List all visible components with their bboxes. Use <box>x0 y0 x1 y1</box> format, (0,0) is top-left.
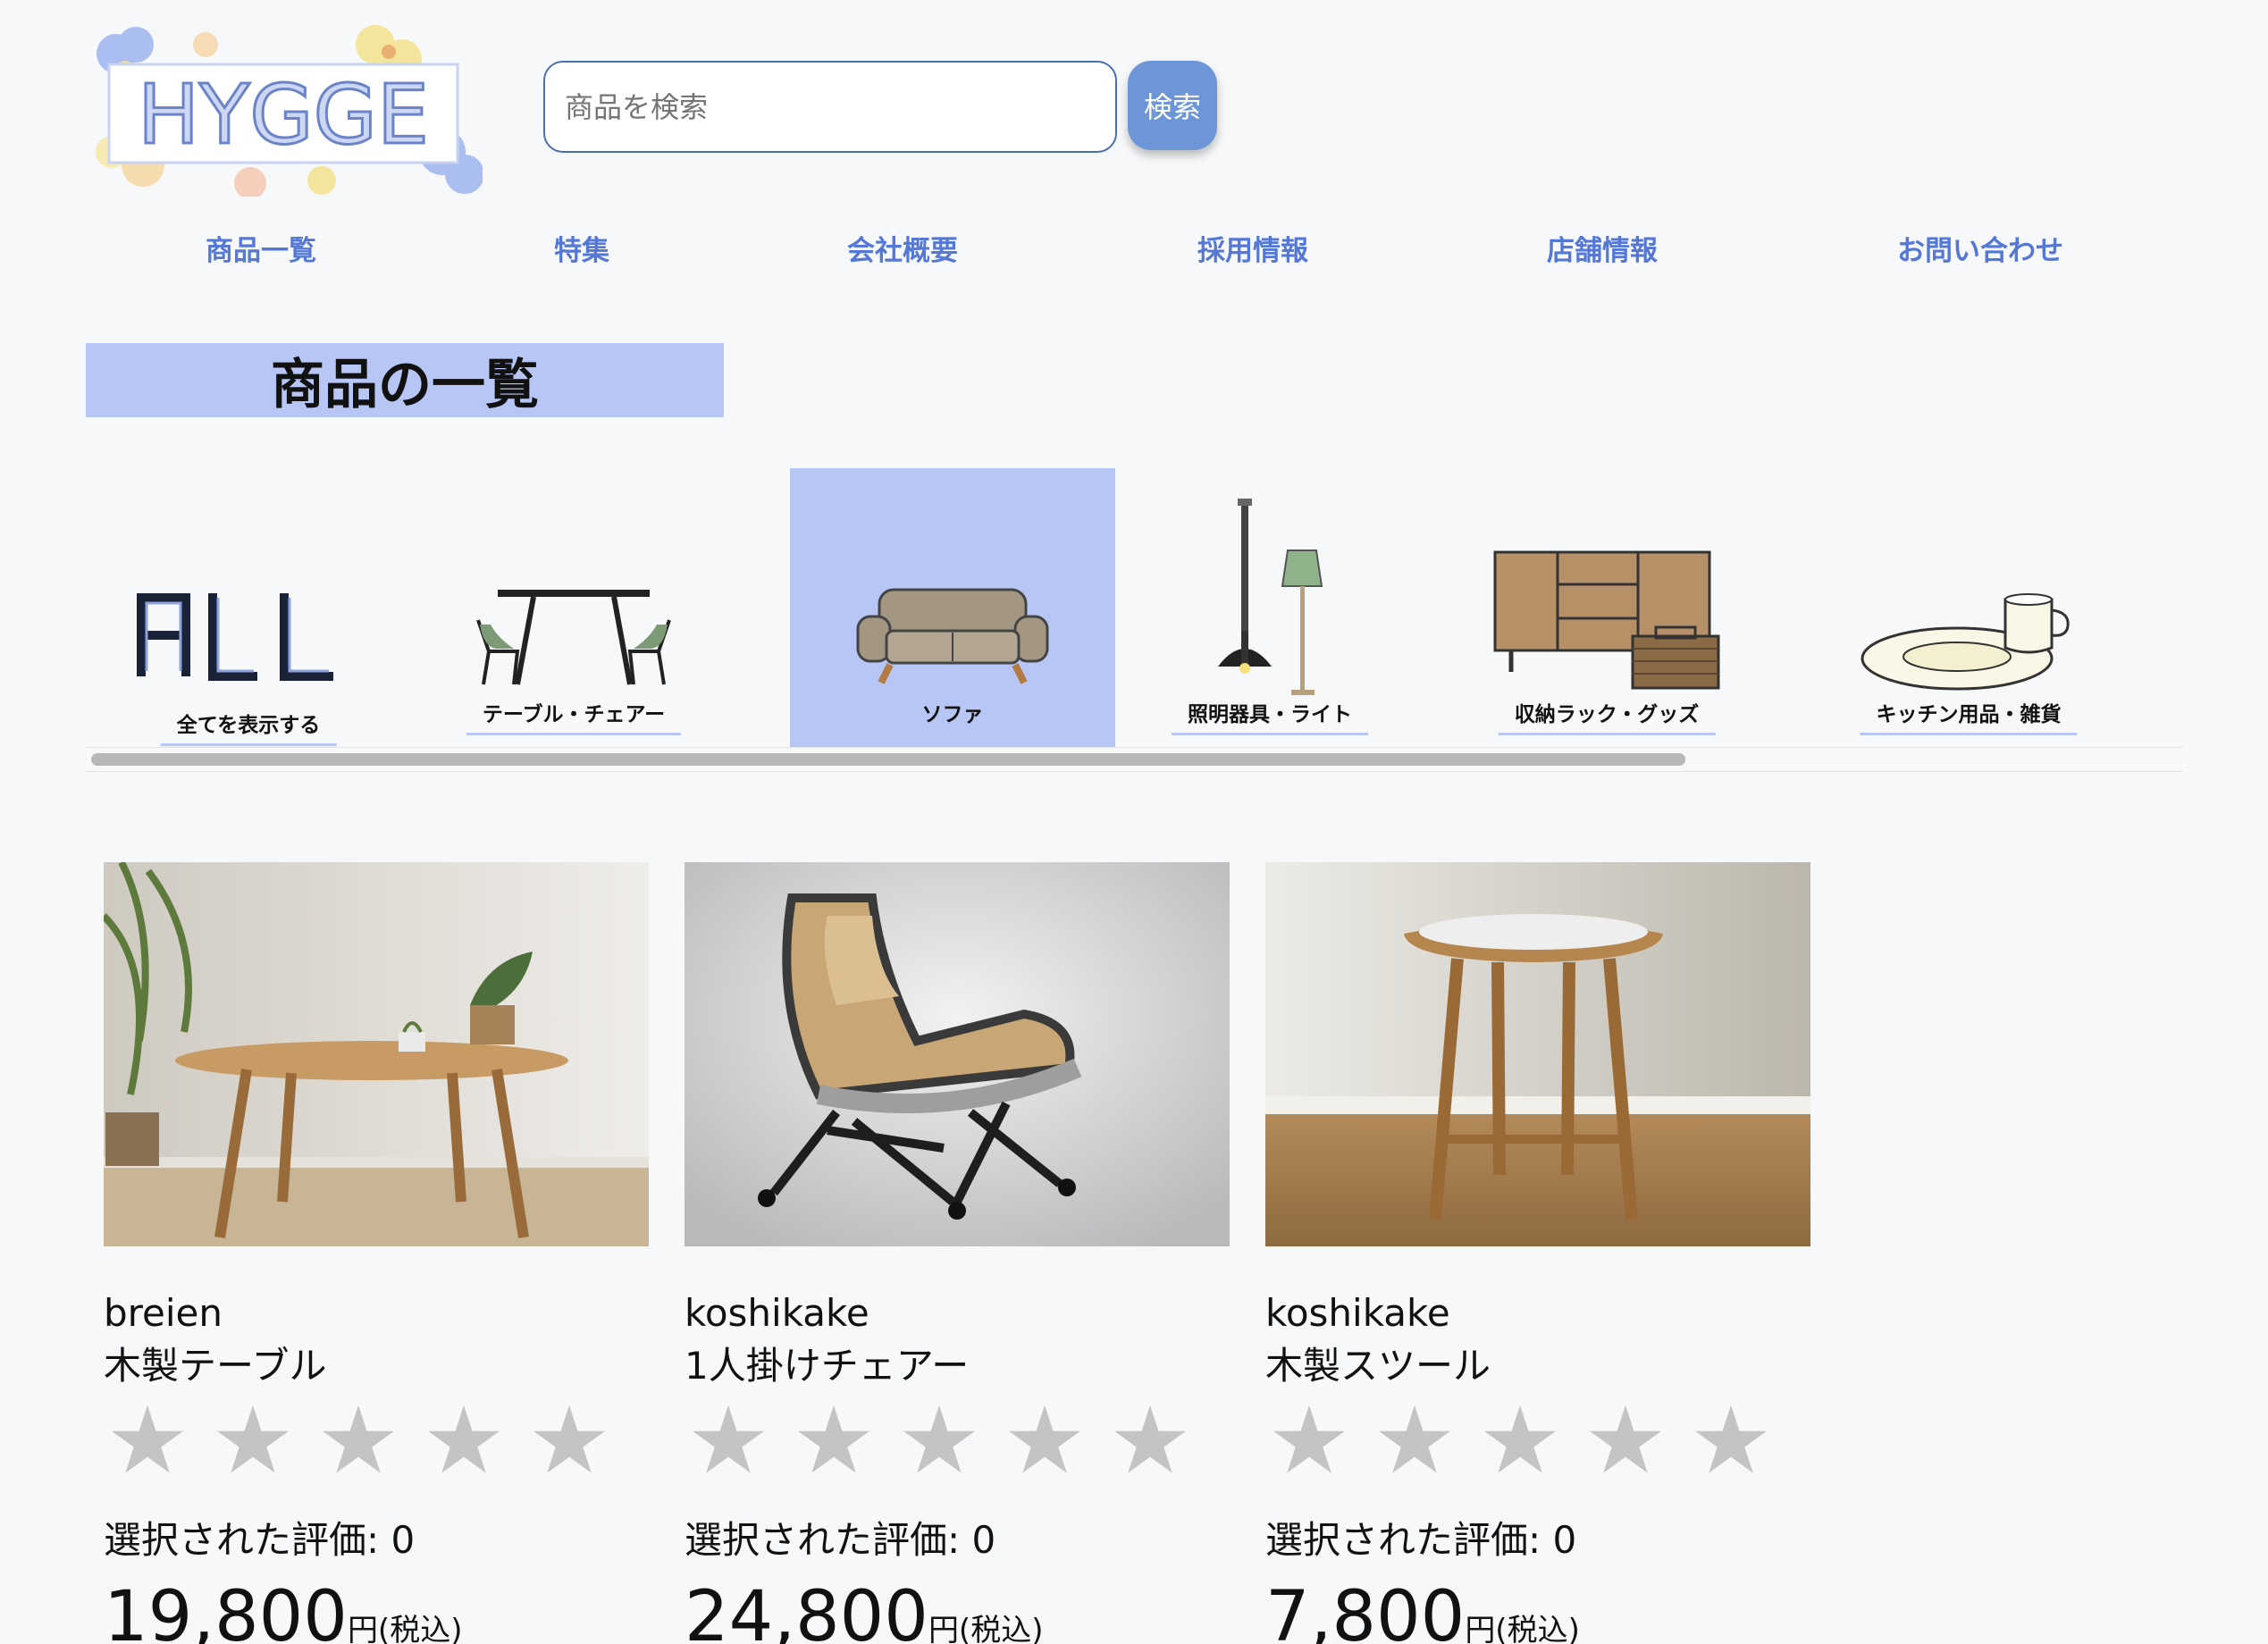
nav-products[interactable]: 商品一覧 <box>206 228 316 268</box>
nav-recruit[interactable]: 採用情報 <box>1197 228 1308 268</box>
category-sofa[interactable]: ソファ <box>790 468 1115 747</box>
scrollbar-thumb[interactable] <box>91 753 1685 766</box>
all-text-icon <box>137 593 333 681</box>
logo-text: HYGGE <box>138 67 429 163</box>
category-scrollbar[interactable] <box>86 747 2182 772</box>
price-value: 19,800 <box>104 1577 348 1644</box>
nav-stores[interactable]: 店舗情報 <box>1547 228 1658 268</box>
product-card[interactable]: koshikake 木製スツール ★ ★ ★ ★ ★ 選択された評価: 0 7,… <box>1265 862 1810 1644</box>
star-icon[interactable]: ★ <box>1001 1394 1088 1487</box>
search-input[interactable] <box>543 61 1117 153</box>
category-label: ソファ <box>905 697 1000 735</box>
product-image-wooden-table[interactable] <box>104 862 649 1246</box>
category-label: 全てを表示する <box>160 708 337 746</box>
nav-features[interactable]: 特集 <box>554 228 609 268</box>
price-unit: 円(税込) <box>1465 1613 1580 1644</box>
storage-rack-icon <box>1493 550 1720 690</box>
product-card[interactable]: breien 木製テーブル ★ ★ ★ ★ ★ 選択された評価: 0 19,80… <box>104 862 649 1644</box>
product-image-wooden-stool[interactable] <box>1265 862 1810 1246</box>
category-carousel: 全てを表示する テーブル・チェアー ソファ 照明器具・ライト 収納ラック・グッズ… <box>86 468 2182 772</box>
star-icon[interactable]: ★ <box>209 1394 297 1487</box>
product-price: 19,800円(税込) <box>104 1577 462 1644</box>
table-chair-icon <box>476 590 671 685</box>
hygge-logo[interactable]: HYGGE <box>89 18 484 199</box>
star-icon[interactable]: ★ <box>685 1394 772 1487</box>
product-card[interactable]: koshikake 1人掛けチェアー ★ ★ ★ ★ ★ 選択された評価: 0 … <box>685 862 1230 1644</box>
nav-company[interactable]: 会社概要 <box>847 228 958 268</box>
star-rating: ★ ★ ★ ★ ★ <box>104 1394 613 1487</box>
price-unit: 円(税込) <box>347 1613 463 1644</box>
product-price: 7,800円(税込) <box>1265 1577 1580 1644</box>
product-brand: koshikake <box>685 1291 869 1335</box>
selected-rating: 選択された評価: 0 <box>1265 1518 1577 1562</box>
star-icon[interactable]: ★ <box>420 1394 508 1487</box>
product-brand: breien <box>104 1291 223 1335</box>
nav-contact[interactable]: お問い合わせ <box>1897 228 2063 268</box>
selected-rating: 選択された評価: 0 <box>104 1518 416 1562</box>
star-icon[interactable]: ★ <box>1265 1394 1353 1487</box>
category-table-chair[interactable]: テーブル・チェアー <box>411 468 736 747</box>
category-label: テーブル・チェアー <box>466 697 682 735</box>
product-brand: koshikake <box>1265 1291 1450 1335</box>
star-icon[interactable]: ★ <box>1687 1394 1775 1487</box>
star-icon[interactable]: ★ <box>1582 1394 1669 1487</box>
star-icon[interactable]: ★ <box>1476 1394 1564 1487</box>
flower-logo-graphic: HYGGE <box>96 25 484 199</box>
category-label: 照明器具・ライト <box>1172 697 1368 735</box>
price-unit: 円(税込) <box>928 1613 1044 1644</box>
product-name: 木製スツール <box>1265 1344 1491 1388</box>
sofa-icon <box>856 588 1049 684</box>
star-rating: ★ ★ ★ ★ ★ <box>1265 1394 1775 1487</box>
plate-cup-icon <box>1861 593 2070 691</box>
category-label: 収納ラック・グッズ <box>1498 697 1716 735</box>
star-icon[interactable]: ★ <box>315 1394 402 1487</box>
star-icon[interactable]: ★ <box>1106 1394 1194 1487</box>
star-icon[interactable]: ★ <box>104 1394 191 1487</box>
star-icon[interactable]: ★ <box>1371 1394 1458 1487</box>
page-title: 商品の一覧 <box>86 343 724 417</box>
lamp-icon <box>1218 499 1323 695</box>
category-label: キッチン用品・雑貨 <box>1860 697 2078 735</box>
product-name: 1人掛けチェアー <box>685 1344 970 1388</box>
product-name: 木製テーブル <box>104 1344 327 1388</box>
category-lighting[interactable]: 照明器具・ライト <box>1107 468 1432 747</box>
category-all[interactable]: 全てを表示する <box>86 468 411 747</box>
price-value: 24,800 <box>685 1577 928 1644</box>
search-button[interactable]: 検索 <box>1128 61 1217 150</box>
star-icon[interactable]: ★ <box>525 1394 613 1487</box>
star-rating: ★ ★ ★ ★ ★ <box>685 1394 1194 1487</box>
star-icon[interactable]: ★ <box>790 1394 878 1487</box>
price-value: 7,800 <box>1265 1577 1466 1644</box>
star-icon[interactable]: ★ <box>895 1394 983 1487</box>
category-kitchen[interactable]: キッチン用品・雑貨 <box>1806 468 2131 747</box>
product-image-lounge-chair[interactable] <box>685 862 1230 1246</box>
product-price: 24,800円(税込) <box>685 1577 1043 1644</box>
category-storage[interactable]: 収納ラック・グッズ <box>1444 468 1769 747</box>
selected-rating: 選択された評価: 0 <box>685 1518 996 1562</box>
main-nav: 商品一覧 特集 会社概要 採用情報 店舗情報 お問い合わせ <box>0 228 2268 273</box>
